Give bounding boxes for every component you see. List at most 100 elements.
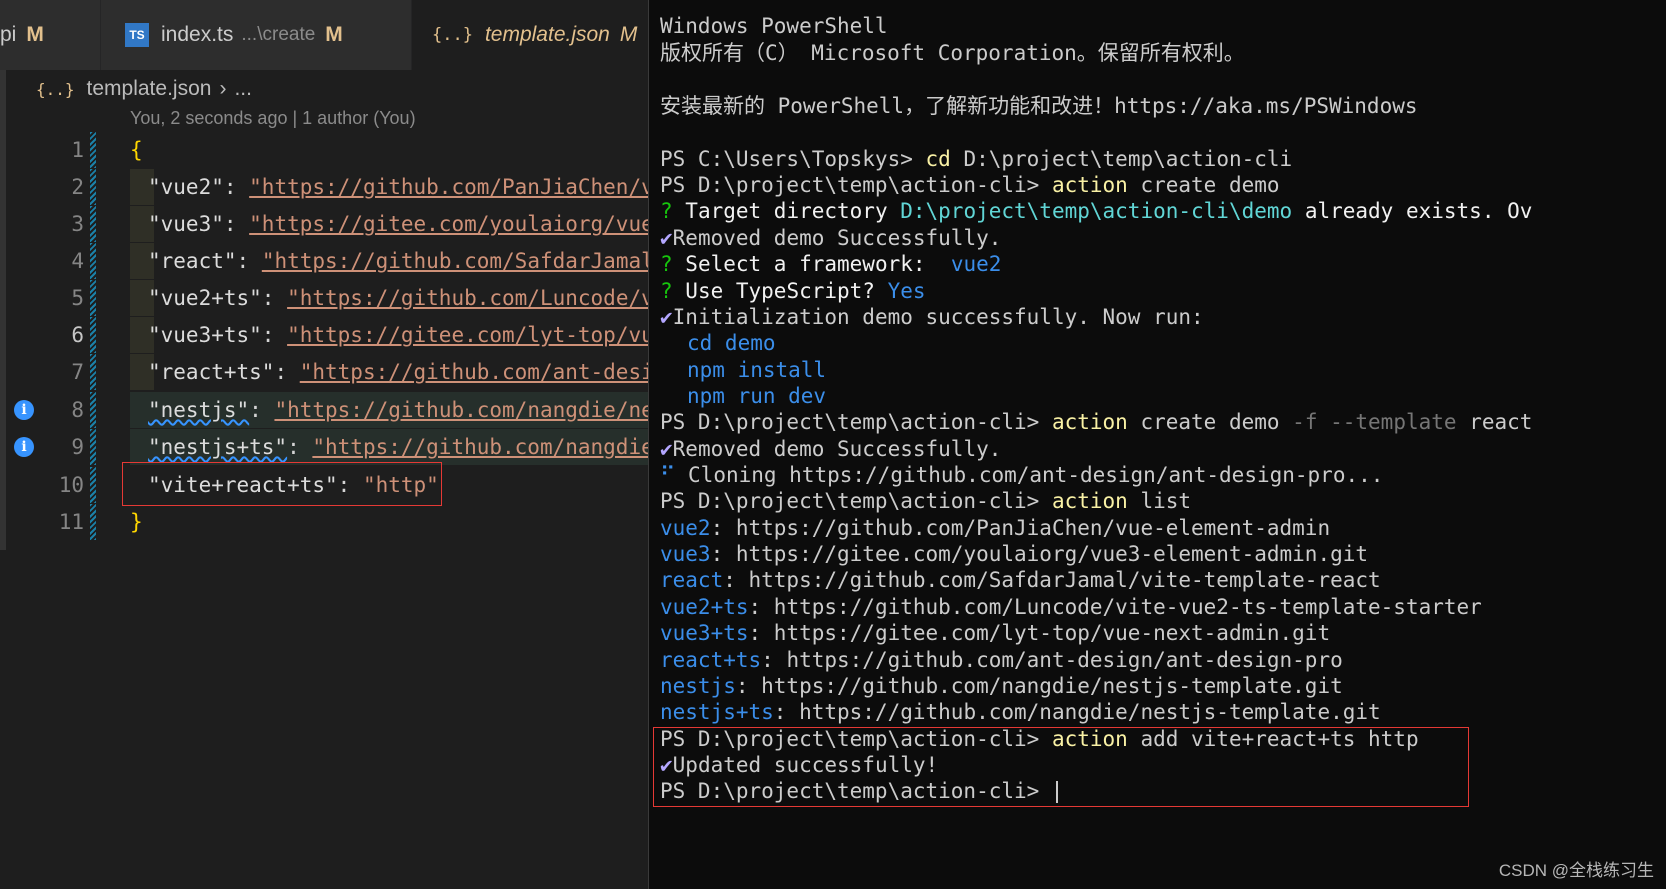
- terminal-list-item: vue2+ts: https://github.com/Luncode/vite…: [660, 595, 1482, 619]
- code-line: 5 "vue2+ts": "https://github.com/Luncode…: [0, 280, 690, 316]
- terminal-list-item: vue2: https://github.com/PanJiaChen/vue-…: [660, 516, 1331, 540]
- terminal-line: ? Select a framework: vue2: [660, 252, 1002, 276]
- line-number: 4: [71, 249, 84, 273]
- line-text: "react": "https://github.com/SafdarJamal…: [148, 249, 680, 273]
- line-number: 7: [71, 360, 84, 384]
- line-text: "nestjs": "https://github.com/nangdie/ne…: [148, 398, 680, 422]
- terminal-line: 版权所有（C） Microsoft Corporation。保留所有权利。: [660, 41, 1245, 65]
- check-icon: ✔: [660, 226, 673, 250]
- line-number: 10: [58, 473, 84, 497]
- git-change-marker: [90, 354, 96, 390]
- code-line: 7 "react+ts": "https://github.com/ant-de…: [0, 354, 690, 390]
- line-number: 3: [71, 212, 84, 236]
- git-change-marker: [90, 132, 96, 168]
- terminal-line: PS D:\project\temp\action-cli> action li…: [660, 489, 1192, 513]
- tab-index-ts[interactable]: TS index.ts ...\create M: [101, 0, 411, 70]
- terminal-list-item: nestjs: https://github.com/nangdie/nestj…: [660, 674, 1343, 698]
- line-text: "vue3": "https://gitee.com/youlaiorg/vue…: [148, 212, 680, 236]
- tab-path: ...\create: [241, 24, 316, 45]
- json-url[interactable]: "https://github.com/SafdarJamal/v: [262, 249, 679, 273]
- json-icon: {..}: [432, 25, 473, 45]
- code-line: 2 "vue2": "https://github.com/PanJiaChen…: [0, 169, 690, 205]
- json-url[interactable]: "https://gitee.com/lyt-top/vue-: [287, 323, 679, 347]
- json-url[interactable]: "https://github.com/PanJiaChen/vue: [249, 175, 679, 199]
- highlight-box-editor: [122, 462, 442, 506]
- json-key: "nestjs+ts": [148, 435, 288, 459]
- code-line: 3 "vue3": "https://gitee.com/youlaiorg/v…: [0, 206, 690, 242]
- breadcrumb-more[interactable]: ...: [234, 77, 252, 101]
- json-url[interactable]: "https://github.com/nangdie/n: [312, 435, 679, 459]
- terminal-list-item: react+ts: https://github.com/ant-design/…: [660, 648, 1343, 672]
- git-change-marker: [90, 467, 96, 503]
- modified-badge: M: [619, 23, 638, 46]
- json-key: "vue3": [148, 212, 224, 236]
- json-key: "nestjs": [148, 398, 250, 422]
- terminal-line: PS C:\Users\Topskys> cd D:\project\temp\…: [660, 147, 1293, 171]
- spinner-icon: ⠋: [660, 463, 676, 487]
- line-number: 1: [71, 138, 84, 162]
- terminal-line: npm run dev: [687, 384, 827, 408]
- terminal-line: ✔Initialization demo successfully. Now r…: [660, 305, 1204, 329]
- terminal-line: ? Use TypeScript? Yes: [660, 279, 926, 303]
- line-number: 2: [71, 175, 84, 199]
- terminal-line: Windows PowerShell: [660, 14, 888, 38]
- json-url[interactable]: "https://github.com/nangdie/nest: [274, 398, 679, 422]
- git-change-marker: [90, 429, 96, 465]
- json-key: "vue2": [148, 175, 224, 199]
- terminal-line: ? Target directory D:\project\temp\actio…: [660, 199, 1533, 223]
- watermark: CSDN @全栈练习生: [1498, 861, 1654, 880]
- terminal-line: PS D:\project\temp\action-cli> action cr…: [660, 173, 1280, 197]
- code-line: 1 {: [0, 132, 690, 168]
- breadcrumb: {..} template.json › ...: [36, 72, 252, 106]
- code-line: 11 }: [0, 504, 690, 540]
- line-text: "vue2+ts": "https://github.com/Luncode/v…: [148, 286, 680, 310]
- terminal-line: ✔Removed demo Successfully.: [660, 226, 1002, 250]
- json-url[interactable]: "https://github.com/Luncode/vit: [287, 286, 679, 310]
- terminal-list-item: vue3: https://gitee.com/youlaiorg/vue3-e…: [660, 542, 1369, 566]
- check-icon: ✔: [660, 437, 673, 461]
- chevron-right-icon: ›: [219, 77, 227, 100]
- git-blame-codelens[interactable]: You, 2 seconds ago | 1 author (You): [130, 108, 416, 129]
- line-number: 9: [71, 435, 84, 459]
- terminal-line: npm install: [687, 358, 827, 382]
- tab-api[interactable]: pi M: [0, 0, 100, 70]
- tab-label: index.ts: [161, 23, 234, 46]
- code-line: i 9 "nestjs+ts": "https://github.com/nan…: [0, 429, 690, 465]
- breadcrumb-file[interactable]: template.json: [87, 77, 212, 101]
- git-change-marker: [90, 169, 96, 205]
- terminal-list-item: react: https://github.com/SafdarJamal/vi…: [660, 568, 1381, 592]
- json-url[interactable]: "https://gitee.com/youlaiorg/vue3-: [249, 212, 679, 236]
- terminal-line: PS D:\project\temp\action-cli> action cr…: [660, 410, 1533, 434]
- terminal-line: cd demo: [687, 331, 776, 355]
- git-change-marker: [90, 280, 96, 316]
- terminal-line: ⠋ Cloning https://github.com/ant-design/…: [660, 463, 1384, 487]
- line-number: 6: [71, 323, 84, 347]
- code-line: i 8 "nestjs": "https://github.com/nangdi…: [0, 392, 690, 428]
- line-text: "nestjs+ts": "https://github.com/nangdie…: [148, 435, 680, 459]
- json-key: "react": [148, 249, 237, 273]
- highlight-box-terminal: [653, 727, 1469, 807]
- git-change-marker: [90, 392, 96, 428]
- line-text: "vue3+ts": "https://gitee.com/lyt-top/vu…: [148, 323, 680, 347]
- line-text: }: [130, 510, 143, 534]
- tab-label: pi: [0, 23, 17, 46]
- modified-badge: M: [325, 23, 343, 46]
- line-text: "vue2": "https://github.com/PanJiaChen/v…: [148, 175, 680, 199]
- json-url[interactable]: "https://github.com/ant-design: [300, 360, 679, 384]
- json-key: "vue3+ts": [148, 323, 262, 347]
- terminal-line: 安装最新的 PowerShell，了解新功能和改进！https://aka.ms…: [660, 94, 1418, 118]
- git-change-marker: [90, 206, 96, 242]
- json-key: "react+ts": [148, 360, 275, 384]
- check-icon: ✔: [660, 305, 673, 329]
- line-text: {: [130, 138, 143, 162]
- terminal-list-item: nestjs+ts: https://github.com/nangdie/ne…: [660, 700, 1381, 724]
- line-number: 5: [71, 286, 84, 310]
- terminal-list-item: vue3+ts: https://gitee.com/lyt-top/vue-n…: [660, 621, 1331, 645]
- powershell-terminal[interactable]: Windows PowerShell 版权所有（C） Microsoft Cor…: [648, 0, 1666, 889]
- code-line: 6 "vue3+ts": "https://gitee.com/lyt-top/…: [0, 317, 690, 353]
- line-text: "react+ts": "https://github.com/ant-desi…: [148, 360, 680, 384]
- line-number: 11: [58, 510, 84, 534]
- modified-badge: M: [26, 23, 44, 46]
- editor-tab-bar: pi M TS index.ts ...\create M {..} templ…: [0, 0, 690, 70]
- tab-label: template.json: [484, 23, 610, 46]
